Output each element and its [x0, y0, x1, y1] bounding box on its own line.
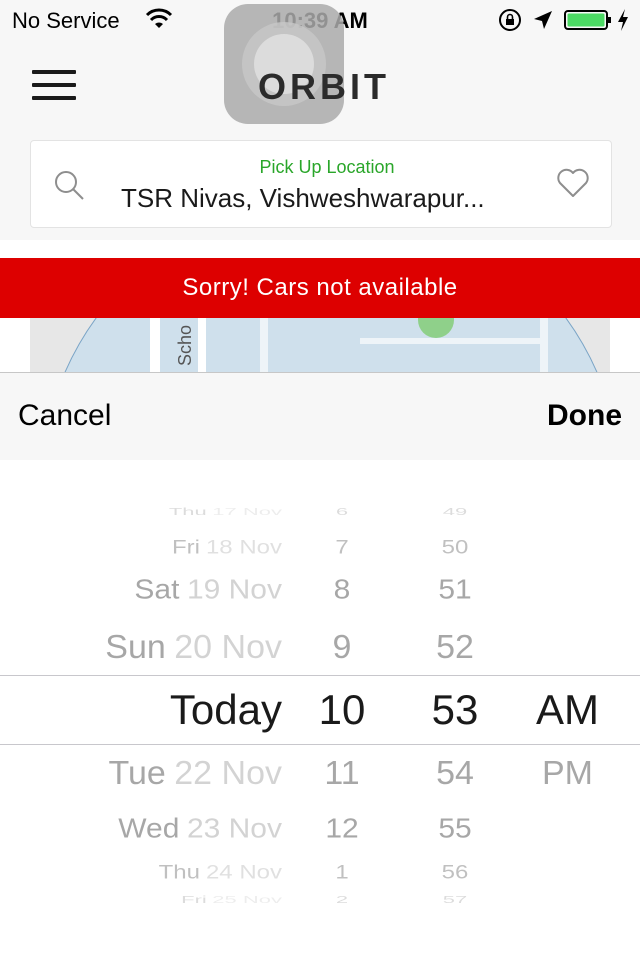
picker-minute-option[interactable]: 49: [405, 506, 505, 518]
picker-hour-option[interactable]: 2: [300, 894, 384, 906]
picker-hour-option[interactable]: 12: [300, 813, 384, 844]
picker-meridiem-option[interactable]: PM: [520, 754, 615, 792]
app-header: ORBIT Pick Up Location TSR Nivas, Vishwe…: [0, 4, 640, 240]
minute-label: 53: [431, 685, 479, 733]
meridiem-column[interactable]: AM PM: [520, 460, 615, 960]
picker-minute-option[interactable]: 54: [405, 754, 505, 792]
picker-date-selected[interactable]: Today: [0, 686, 282, 734]
minute-label: 51: [438, 574, 472, 605]
hamburger-menu-icon[interactable]: [32, 70, 76, 102]
date-day-label: Fri: [171, 536, 200, 558]
date-day-label: Tue: [108, 753, 166, 792]
hour-label: 12: [325, 813, 359, 844]
picker-minute-option[interactable]: 50: [405, 536, 505, 558]
search-radius-circle: [40, 318, 622, 372]
charging-bolt-icon: [618, 9, 628, 31]
date-day-label: Sun: [105, 627, 166, 666]
minute-label: 50: [441, 536, 469, 558]
picker-date-option[interactable]: Tue 22 Nov: [0, 754, 282, 792]
date-day-label: Wed: [118, 813, 180, 844]
hour-label: 11: [324, 753, 360, 792]
date-label: 19 Nov: [186, 574, 282, 605]
minute-label: 56: [441, 861, 469, 883]
date-label: 24 Nov: [205, 861, 282, 883]
minute-label: 57: [442, 893, 468, 906]
date-label: 20 Nov: [174, 627, 282, 666]
cancel-button[interactable]: Cancel: [18, 399, 111, 433]
hour-label: 7: [335, 536, 349, 558]
picker-hour-selected[interactable]: 10: [300, 686, 384, 734]
meridiem-label: PM: [542, 753, 593, 792]
date-label: 25 Nov: [212, 893, 282, 906]
minute-label: 54: [436, 753, 474, 792]
hour-label: 9: [332, 627, 352, 666]
hour-column[interactable]: 6 7 8 9 10 11 12 1 2: [300, 460, 384, 960]
picker-minute-option[interactable]: 52: [405, 628, 505, 666]
cars-unavailable-banner: Sorry! Cars not available: [0, 258, 640, 318]
location-arrow-icon: [534, 11, 552, 29]
picker-minute-selected[interactable]: 53: [405, 686, 505, 734]
picker-date-option[interactable]: Thu 24 Nov: [0, 861, 282, 883]
hour-label: 6: [335, 505, 349, 518]
meridiem-label: AM: [536, 685, 599, 733]
picker-minute-option[interactable]: 57: [405, 894, 505, 906]
heart-icon[interactable]: [555, 165, 591, 201]
date-day-label: Thu: [168, 505, 207, 518]
minute-label: 49: [442, 505, 468, 518]
hour-label: 8: [333, 574, 351, 605]
pickup-label: Pick Up Location: [259, 157, 395, 177]
picker-toolbar: Cancel Done: [0, 372, 640, 461]
hour-label: 1: [335, 861, 349, 883]
picker-hour-option[interactable]: 6: [300, 506, 384, 518]
picker-date-option[interactable]: Sat 19 Nov: [0, 574, 282, 605]
rotation-lock-icon: [499, 9, 521, 31]
date-label: 18 Nov: [205, 536, 282, 558]
picker-hour-option[interactable]: 11: [300, 754, 384, 792]
picker-minute-option[interactable]: 51: [405, 574, 505, 605]
street-label: Scho: [175, 324, 195, 366]
picker-date-option[interactable]: Thu 17 Nov: [0, 506, 282, 518]
date-label: 22 Nov: [174, 753, 282, 792]
hour-label: 2: [335, 893, 349, 906]
date-label: 23 Nov: [186, 813, 282, 844]
minute-label: 52: [436, 627, 474, 666]
picker-hour-option[interactable]: 8: [300, 574, 384, 605]
map-view[interactable]: Scho: [0, 318, 640, 372]
picker-meridiem-selected[interactable]: AM: [520, 686, 615, 734]
date-day-label: Fri: [181, 893, 207, 906]
date-day-label: Thu: [158, 861, 200, 883]
date-time-picker[interactable]: Thu 17 Nov Fri 18 Nov Sat 19 Nov Sun 20 Nov Toda…: [0, 460, 640, 960]
app-logo: ORBIT: [258, 66, 390, 107]
minute-column[interactable]: 49 50 51 52 53 54 55 56 57: [405, 460, 505, 960]
pickup-location-field[interactable]: Pick Up Location TSR Nivas, Vishweshwara…: [30, 140, 612, 228]
picker-minute-option[interactable]: 56: [405, 861, 505, 883]
date-label: 17 Nov: [212, 505, 282, 518]
date-column[interactable]: Thu 17 Nov Fri 18 Nov Sat 19 Nov Sun 20 Nov Toda…: [0, 460, 282, 960]
date-label: Today: [169, 685, 282, 733]
pickup-address: TSR Nivas, Vishweshwarapur...: [121, 183, 485, 213]
picker-minute-option[interactable]: 55: [405, 813, 505, 844]
hour-label: 10: [318, 685, 366, 733]
picker-hour-option[interactable]: 7: [300, 536, 384, 558]
picker-date-option[interactable]: Wed 23 Nov: [0, 813, 282, 844]
picker-date-option[interactable]: Fri 18 Nov: [0, 536, 282, 558]
minute-label: 55: [438, 813, 472, 844]
picker-date-option[interactable]: Fri 25 Nov: [0, 894, 282, 906]
picker-date-option[interactable]: Sun 20 Nov: [0, 628, 282, 666]
picker-hour-option[interactable]: 9: [300, 628, 384, 666]
done-button[interactable]: Done: [547, 399, 622, 433]
battery-icon: [564, 10, 611, 30]
date-day-label: Sat: [134, 574, 180, 605]
picker-hour-option[interactable]: 1: [300, 861, 384, 883]
